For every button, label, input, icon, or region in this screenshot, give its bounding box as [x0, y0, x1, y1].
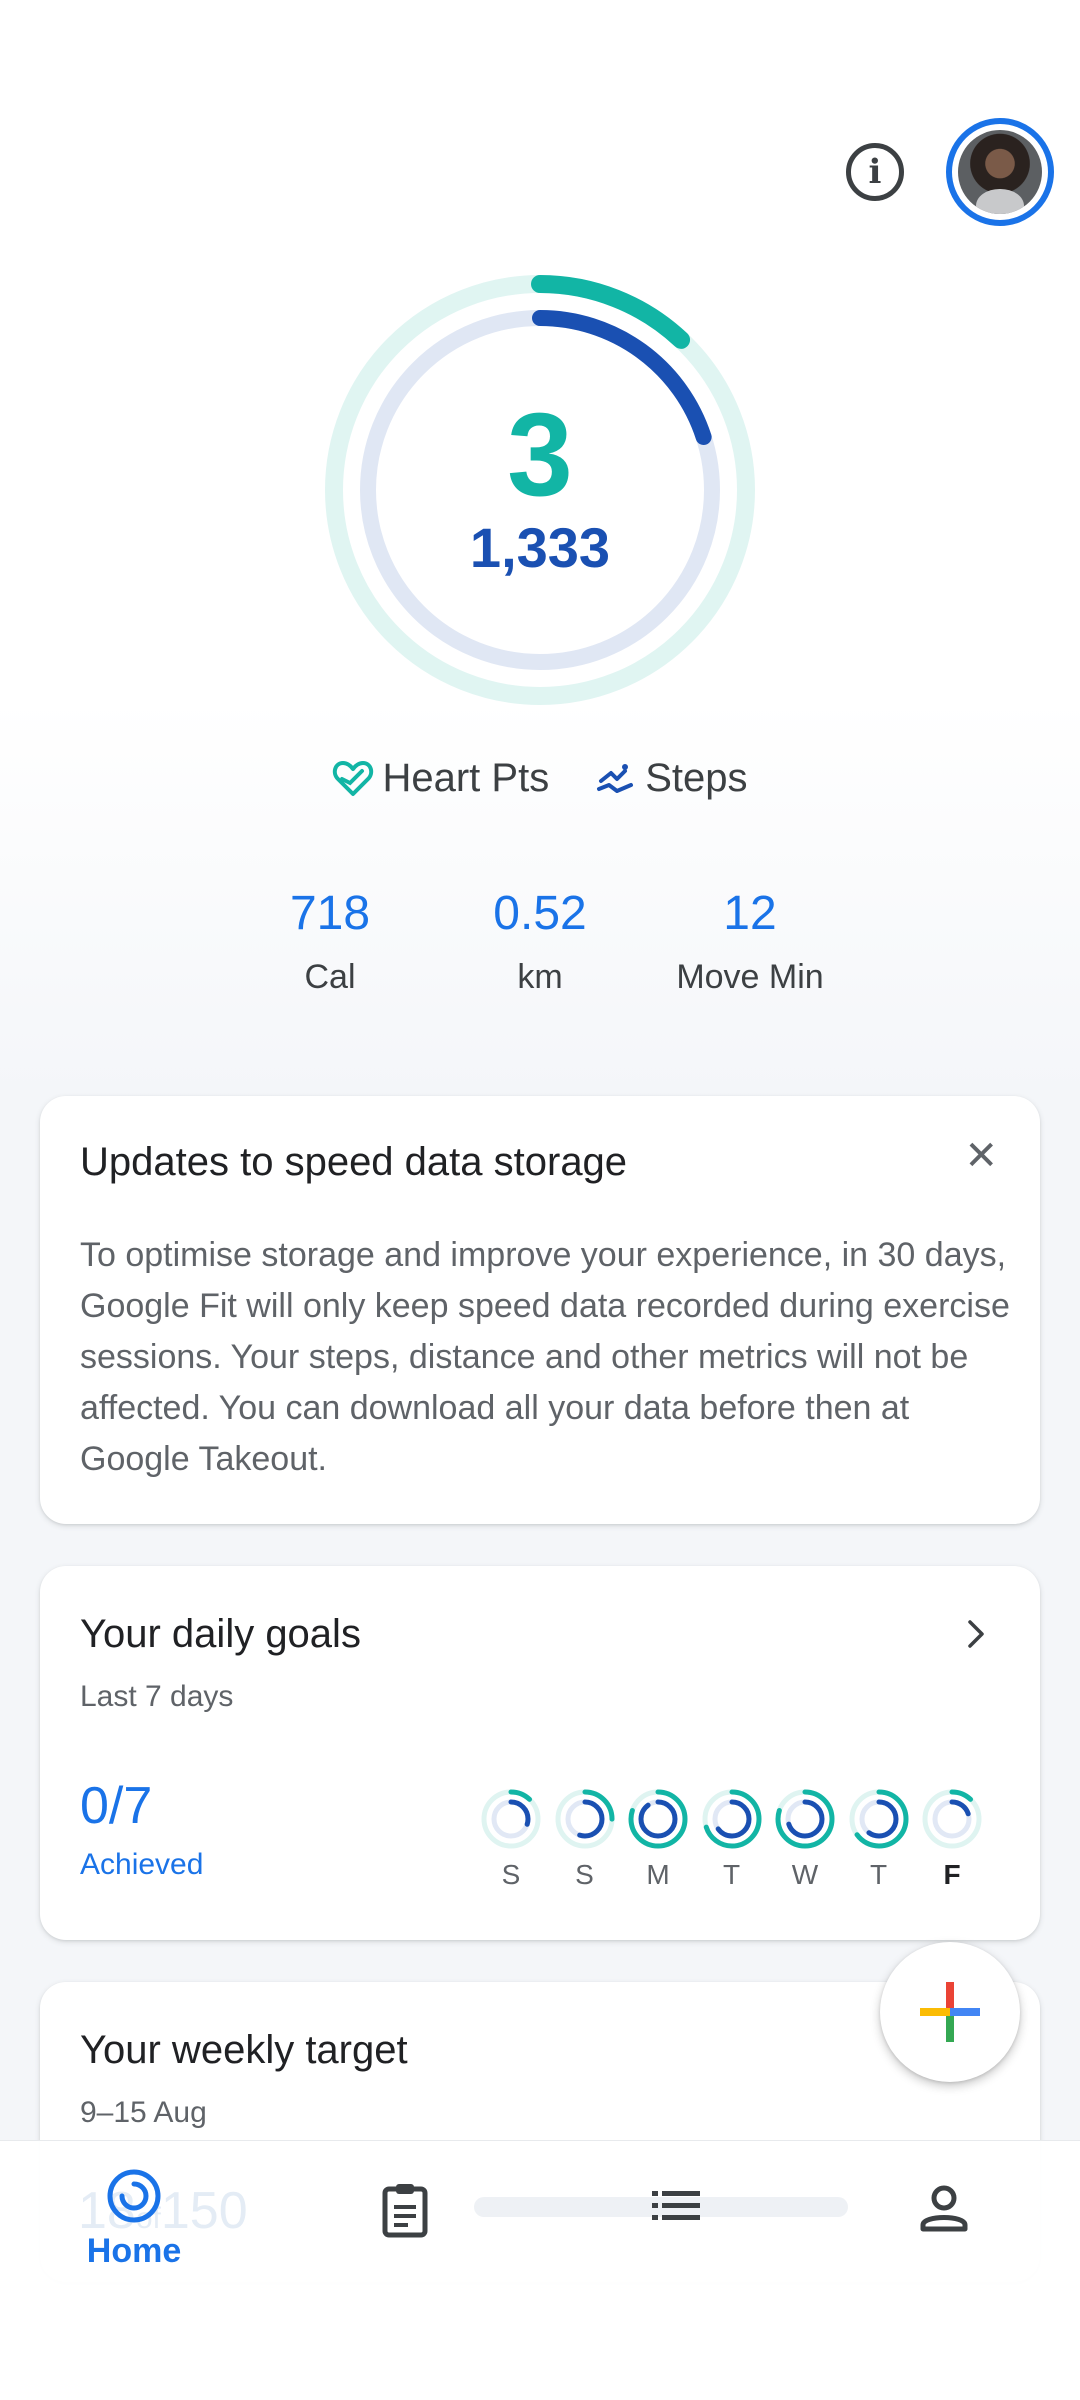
nav-profile[interactable] [864, 2181, 1024, 2240]
heart-points-icon [333, 760, 374, 796]
stat-distance: 0.52 km [420, 890, 660, 997]
stat-calories: 718 Cal [210, 890, 450, 997]
steps-icon [597, 763, 634, 793]
chevron-right-icon[interactable] [956, 1614, 996, 1654]
achieved-value: 0/7 [80, 1777, 153, 1835]
goal-day-rings [849, 1789, 908, 1849]
goal-day-rings [775, 1789, 835, 1849]
journal-clipboard-icon [382, 2184, 428, 2238]
list-icon [652, 2191, 700, 2220]
goal-day-label: F [943, 1859, 961, 1890]
daily-goals-title: Your daily goals [80, 1612, 361, 1656]
nav-home-label: Home [86, 2232, 182, 2270]
steps-value: 1,333 [469, 516, 611, 579]
goal-day: T [701, 1788, 763, 1891]
weekly-target-title: Your weekly target [80, 2028, 408, 2072]
weekly-target-dates: 9–15 Aug [80, 2096, 207, 2129]
rings-legend: Heart Pts Steps [0, 756, 1080, 801]
close-icon[interactable]: ✕ [964, 1136, 998, 1176]
goal-day-rings [922, 1789, 982, 1849]
goal-day-steps-ring [638, 1799, 678, 1839]
stat-distance-value: 0.52 [493, 887, 587, 940]
goal-day-rings [481, 1789, 541, 1849]
goal-day: T [848, 1788, 910, 1891]
achieved-label: Achieved [80, 1848, 204, 1881]
ring-values: 3 1,333 [320, 270, 760, 710]
activity-rings[interactable]: 3 1,333 [320, 270, 760, 710]
update-card: Updates to speed data storage ✕ To optim… [40, 1096, 1040, 1524]
update-card-body: To optimise storage and improve your exp… [80, 1236, 1010, 1478]
legend-heart-label: Heart Pts [382, 756, 550, 800]
goal-day: S [480, 1788, 542, 1891]
legend-steps-label: Steps [645, 756, 748, 800]
stat-move-minutes-label: Move Min [676, 958, 824, 996]
plus-icon [920, 1982, 980, 2042]
stat-move-minutes-value: 12 [723, 887, 777, 940]
person-icon [920, 2185, 968, 2232]
goal-day-rings [628, 1789, 688, 1849]
goal-day-label: W [791, 1859, 819, 1890]
home-rings-icon [107, 2169, 161, 2223]
avatar[interactable] [946, 118, 1054, 226]
bottom-navigation: 18of150 Home [0, 2140, 1080, 2400]
goal-day-label: T [722, 1859, 741, 1890]
legend-heart-points[interactable]: Heart Pts [332, 756, 549, 801]
goal-day: F [921, 1788, 983, 1891]
legend-steps[interactable]: Steps [595, 756, 748, 801]
avatar-image [958, 130, 1042, 214]
top-actions: i [846, 118, 1054, 226]
nav-home[interactable]: Home [54, 2167, 214, 2271]
stat-calories-label: Cal [304, 958, 356, 996]
goal-day: S [554, 1788, 616, 1891]
goal-day: W [774, 1788, 836, 1891]
stat-calories-value: 718 [289, 887, 371, 940]
heart-points-value: 3 [507, 389, 573, 521]
stat-distance-label: km [517, 958, 563, 996]
goal-day-label: T [869, 1859, 888, 1890]
info-icon[interactable]: i [846, 143, 904, 201]
daily-goals-subtitle: Last 7 days [80, 1680, 234, 1713]
nav-journal[interactable] [325, 2181, 485, 2244]
add-button[interactable] [880, 1942, 1020, 2082]
goal-day: M [627, 1788, 689, 1891]
goal-day-rings [555, 1789, 614, 1849]
goal-day-label: S [575, 1859, 594, 1890]
update-card-title: Updates to speed data storage [80, 1140, 628, 1184]
nav-browse[interactable] [596, 2185, 756, 2230]
goal-day-label: S [501, 1859, 521, 1890]
goal-day-rings [702, 1789, 761, 1849]
goal-day-label: M [646, 1859, 670, 1890]
daily-goals-card[interactable]: Your daily goals Last 7 days 0/7 Achieve… [40, 1566, 1040, 1940]
stat-move-minutes: 12 Move Min [630, 890, 870, 997]
